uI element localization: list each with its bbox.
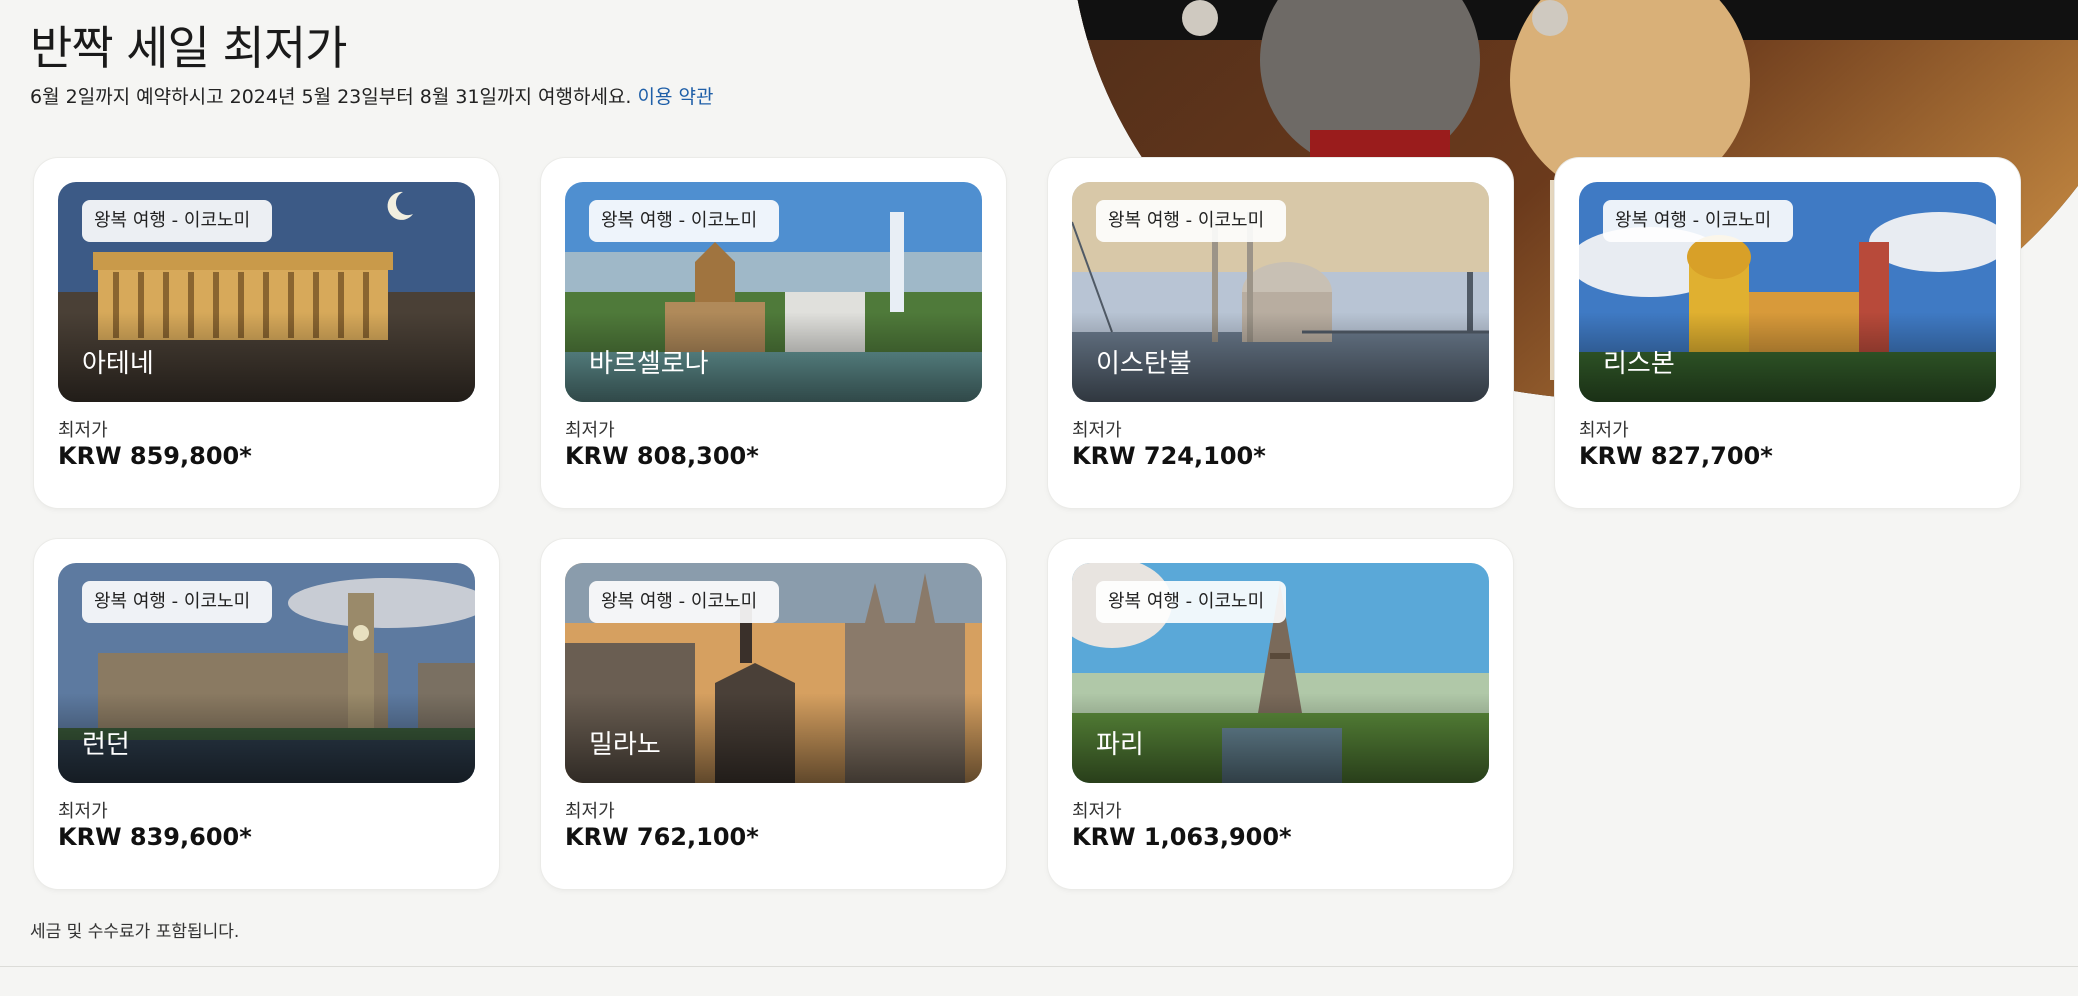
- deal-card-london[interactable]: 왕복 여행 - 이코노미 런던 최저가 KRW 839,600*: [34, 539, 499, 889]
- trip-type-badge: 왕복 여행 - 이코노미: [1603, 200, 1794, 242]
- destination-name: 런던: [82, 730, 130, 760]
- page: 반짝 세일 최저가 6월 2일까지 예약하시고 2024년 5월 23일부터 8…: [0, 0, 2078, 996]
- deal-card-barcelona[interactable]: 왕복 여행 - 이코노미 바르셀로나 최저가 KRW 808,300*: [541, 158, 1006, 508]
- price-label: 최저가: [1072, 420, 1122, 441]
- price-value: KRW 808,300*: [565, 442, 759, 470]
- price-value: KRW 839,600*: [58, 823, 252, 851]
- trip-type-badge: 왕복 여행 - 이코노미: [1096, 581, 1287, 623]
- destination-name: 파리: [1096, 730, 1144, 760]
- page-title: 반짝 세일 최저가: [30, 21, 347, 75]
- destination-image-milan: 왕복 여행 - 이코노미 밀라노: [565, 563, 982, 783]
- deal-card-istanbul[interactable]: 왕복 여행 - 이코노미 이스탄불 최저가 KRW 724,100*: [1048, 158, 1513, 508]
- price-label: 최저가: [1072, 801, 1122, 822]
- tax-footnote: 세금 및 수수료가 포함됩니다.: [30, 922, 240, 942]
- price-label: 최저가: [58, 420, 108, 441]
- trip-type-badge: 왕복 여행 - 이코노미: [589, 581, 780, 623]
- price-value: KRW 827,700*: [1579, 442, 1773, 470]
- destination-image-istanbul: 왕복 여행 - 이코노미 이스탄불: [1072, 182, 1489, 402]
- price-value: KRW 1,063,900*: [1072, 823, 1292, 851]
- price-label: 최저가: [1579, 420, 1629, 441]
- deal-card-paris[interactable]: 왕복 여행 - 이코노미 파리 최저가 KRW 1,063,900*: [1048, 539, 1513, 889]
- deal-card-milan[interactable]: 왕복 여행 - 이코노미 밀라노 최저가 KRW 762,100*: [541, 539, 1006, 889]
- price-label: 최저가: [58, 801, 108, 822]
- destination-name: 밀라노: [589, 730, 661, 760]
- promo-subtitle-text: 6월 2일까지 예약하시고 2024년 5월 23일부터 8월 31일까지 여행…: [30, 86, 632, 108]
- trip-type-badge: 왕복 여행 - 이코노미: [1096, 200, 1287, 242]
- destination-image-london: 왕복 여행 - 이코노미 런던: [58, 563, 475, 783]
- destination-image-paris: 왕복 여행 - 이코노미 파리: [1072, 563, 1489, 783]
- deal-card-lisbon[interactable]: 왕복 여행 - 이코노미 리스본 최저가 KRW 827,700*: [1555, 158, 2020, 508]
- footer-divider: [0, 966, 2078, 967]
- trip-type-badge: 왕복 여행 - 이코노미: [82, 581, 273, 623]
- trip-type-badge: 왕복 여행 - 이코노미: [82, 200, 273, 242]
- price-value: KRW 859,800*: [58, 442, 252, 470]
- destination-name: 이스탄불: [1096, 349, 1192, 379]
- destination-name: 바르셀로나: [589, 349, 709, 379]
- destination-name: 아테네: [82, 349, 154, 379]
- promo-subtitle: 6월 2일까지 예약하시고 2024년 5월 23일부터 8월 31일까지 여행…: [30, 82, 713, 109]
- destination-image-barcelona: 왕복 여행 - 이코노미 바르셀로나: [565, 182, 982, 402]
- destination-image-lisbon: 왕복 여행 - 이코노미 리스본: [1579, 182, 1996, 402]
- trip-type-badge: 왕복 여행 - 이코노미: [589, 200, 780, 242]
- price-value: KRW 762,100*: [565, 823, 759, 851]
- price-value: KRW 724,100*: [1072, 442, 1266, 470]
- destination-name: 리스본: [1603, 349, 1675, 379]
- destination-image-athens: 왕복 여행 - 이코노미 아테네: [58, 182, 475, 402]
- terms-link[interactable]: 이용 약관: [638, 86, 714, 108]
- deal-card-athens[interactable]: 왕복 여행 - 이코노미 아테네 최저가 KRW 859,800*: [34, 158, 499, 508]
- price-label: 최저가: [565, 801, 615, 822]
- price-label: 최저가: [565, 420, 615, 441]
